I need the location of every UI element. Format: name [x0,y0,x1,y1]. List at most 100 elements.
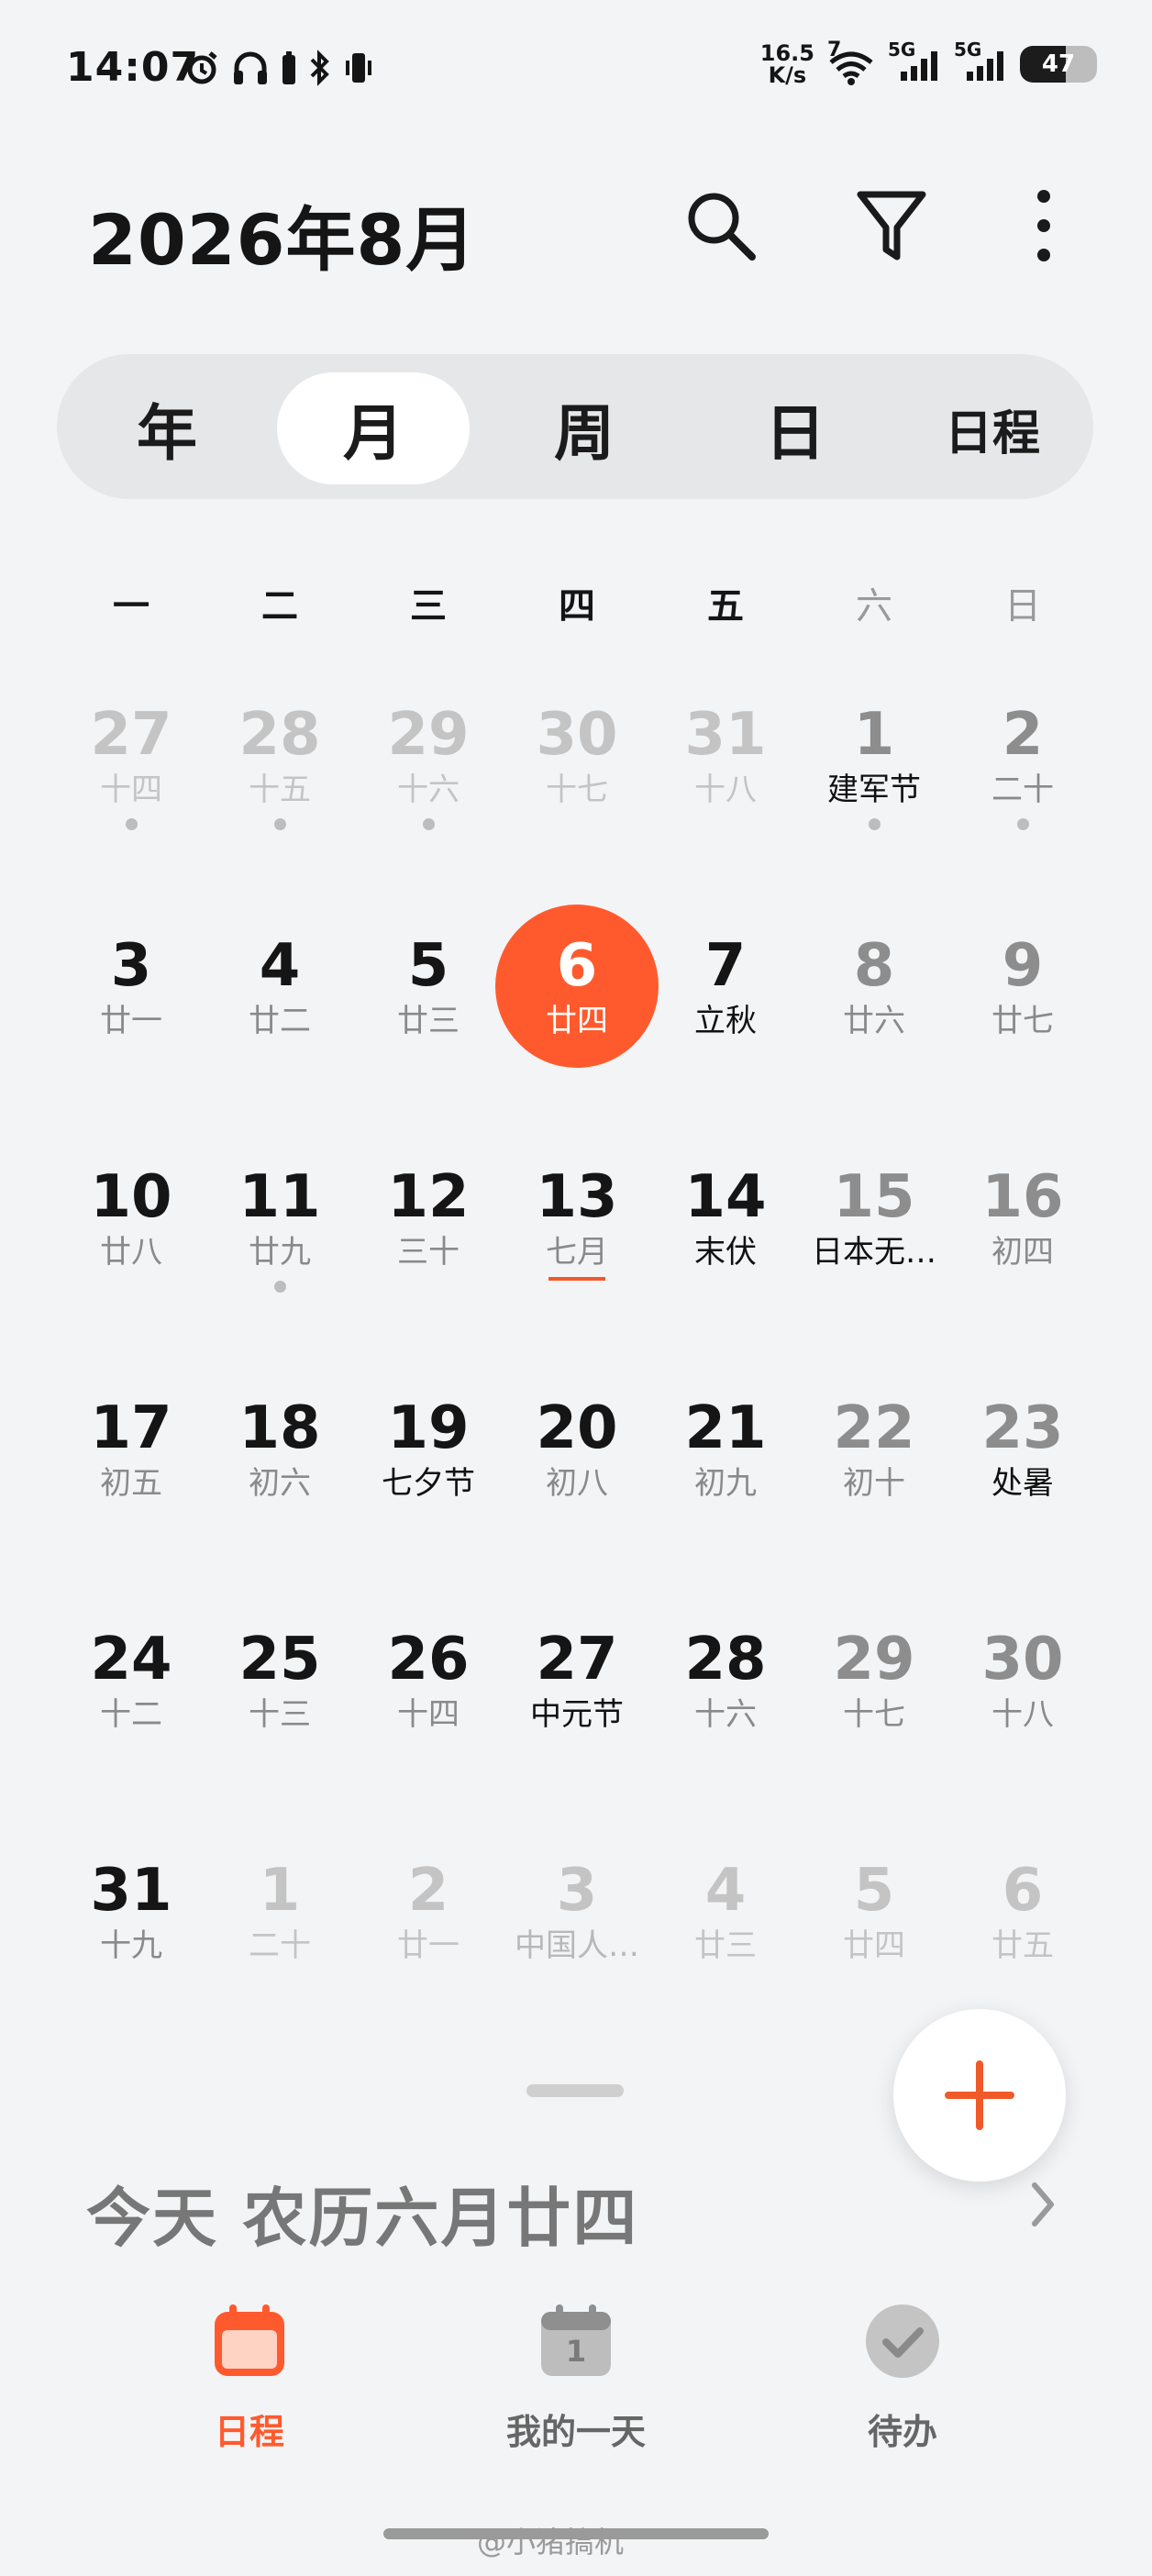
lunar-date-label: 十六 [397,772,460,808]
day-number: 11 [238,1163,321,1231]
day-cell[interactable]: 14 末伏 [651,1145,800,1328]
day-number: 2 [407,1857,449,1925]
day-cell[interactable]: 31 十九 [57,1838,205,2022]
tab-year[interactable]: 年 [75,372,259,484]
search-button[interactable] [675,180,767,272]
day-cell[interactable]: 24 十二 [57,1607,205,1791]
day-cell[interactable]: 2 廿一 [354,1838,503,2022]
day-cell[interactable]: 10 廿八 [57,1145,205,1328]
expand-today-button[interactable] [1020,2172,1066,2237]
day-cell[interactable]: 23 处暑 [948,1376,1097,1560]
day-cell-today[interactable]: 6 廿四 [495,905,659,1097]
day-cell[interactable]: 31 十八 [651,683,800,866]
day-cell[interactable]: 18 初六 [205,1376,354,1560]
day-cell[interactable]: 6 廿五 [948,1838,1097,2022]
nav-todo-label: 待办 [867,2412,937,2452]
lunar-date-label: 廿六 [843,1003,905,1039]
day-number: 26 [387,1626,470,1693]
day-number: 9 [1002,932,1044,1000]
nav-schedule-label: 日程 [214,2412,284,2452]
lunar-date-label: 十六 [694,1696,757,1733]
day-cell[interactable]: 28 十六 [651,1607,800,1791]
day-cell[interactable]: 19 七夕节 [354,1376,503,1560]
lunar-date-label: 廿一 [397,1927,460,1964]
weekday-label: 日 [1004,585,1041,627]
day-cell[interactable]: 7 立秋 [651,914,800,1097]
lunar-date-label: 十七 [843,1696,905,1733]
day-cell[interactable]: 29 十七 [800,1607,948,1791]
day-number: 22 [833,1394,915,1462]
day-number: 1 [259,1857,301,1925]
status-bar: 14:07 16.5 K/s 7 5G 5G 47 [0,0,1152,147]
day-number: 29 [833,1626,915,1693]
day-cell[interactable]: 13 七月 [503,1145,651,1328]
nav-todo[interactable]: 待办 [774,2303,1031,2477]
network-speed: 16.5 K/s [760,42,814,86]
day-cell[interactable]: 5 廿三 [354,914,503,1097]
nav-schedule[interactable]: 日程 [121,2303,378,2477]
tab-day[interactable]: 日 [699,372,892,484]
day-cell[interactable]: 5 廿四 [800,1838,948,2022]
event-indicator-dot [274,818,286,830]
filter-button[interactable] [846,180,937,272]
day-cell[interactable]: 4 廿二 [205,914,354,1097]
tab-week[interactable]: 周 [488,372,681,484]
day-cell[interactable]: 1 建军节 [800,683,948,866]
day-number: 30 [536,701,618,769]
tab-schedule[interactable]: 日程 [901,372,1084,484]
my-day-badge: 1 [565,2334,587,2369]
day-cell[interactable]: 17 初五 [57,1376,205,1560]
day-cell[interactable]: 3 廿一 [57,914,205,1097]
day-cell[interactable]: 25 十三 [205,1607,354,1791]
day-cell[interactable]: 22 初十 [800,1376,948,1560]
lunar-date-label: 廿八 [100,1234,162,1271]
day-cell[interactable]: 11 廿九 [205,1145,354,1328]
day-cell[interactable]: 12 三十 [354,1145,503,1328]
day-number: 30 [981,1626,1064,1693]
day-cell[interactable]: 21 初九 [651,1376,800,1560]
day-number: 6 [1002,1857,1044,1925]
wifi-indicator: 7 [827,39,875,85]
today-lunar-info[interactable]: 今天 农历六月廿四 [86,2167,638,2260]
lunar-date-label: 七月 [546,1234,608,1271]
status-icons-right: 16.5 K/s 7 5G 5G 47 [760,39,1097,86]
sheet-drag-handle[interactable] [526,2084,624,2097]
day-number: 27 [90,701,172,769]
day-number: 3 [556,1857,598,1925]
watermark: @小猪搞机 [477,2525,625,2559]
day-cell[interactable]: 4 廿三 [651,1838,800,2022]
day-cell[interactable]: 30 十七 [503,683,651,866]
day-cell[interactable]: 30 十八 [948,1607,1097,1791]
day-cell[interactable]: 8 廿六 [800,914,948,1097]
day-cell[interactable]: 2 二十 [948,683,1097,866]
day-number: 31 [684,701,767,769]
lunar-date-label: 廿四 [843,1927,905,1964]
day-cell[interactable]: 26 十四 [354,1607,503,1791]
day-cell[interactable]: 15 日本无… [800,1145,948,1328]
day-cell[interactable]: 20 初八 [503,1376,651,1560]
lunar-date-label: 廿一 [100,1003,162,1039]
day-number: 6 [556,932,598,1000]
day-cell[interactable]: 29 十六 [354,683,503,866]
day-cell[interactable]: 1 二十 [205,1838,354,2022]
nav-my-day[interactable]: 1 我的一天 [448,2303,704,2477]
day-cell[interactable]: 3 中国人… [503,1838,651,2022]
tab-month[interactable]: 月 [277,372,470,484]
vibrate-icon [346,53,371,83]
weekday-label: 二 [261,585,298,627]
lunar-date-label: 二十 [991,772,1054,808]
day-cell[interactable]: 28 十五 [205,683,354,866]
event-indicator-dot [423,818,435,830]
lunar-date-label: 二十 [249,1927,311,1964]
day-number: 28 [238,701,321,769]
day-cell[interactable]: 16 初四 [948,1145,1097,1328]
day-number: 14 [684,1163,767,1231]
day-cell[interactable]: 27 十四 [57,683,205,866]
day-cell[interactable]: 9 廿七 [948,914,1097,1097]
add-event-button[interactable] [893,2009,1066,2182]
lunar-date-label: 初五 [100,1465,162,1502]
lunar-date-label: 廿三 [694,1927,757,1964]
day-cell[interactable]: 27 中元节 [503,1607,651,1791]
more-options-button[interactable] [998,180,1090,272]
page-title[interactable]: 2026年8月 [88,183,476,284]
